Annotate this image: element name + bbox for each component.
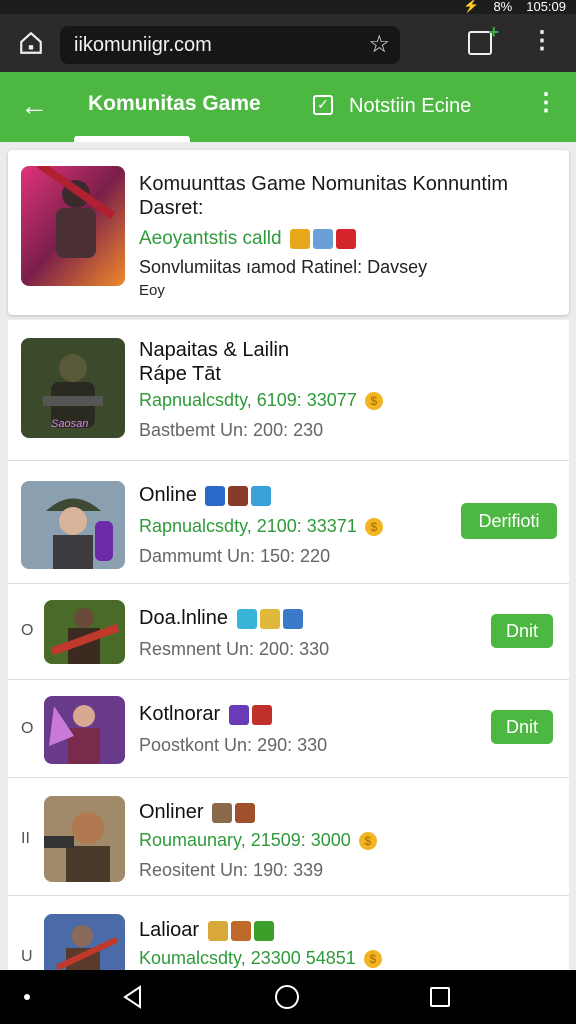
install-button[interactable]: Dnit: [491, 614, 553, 648]
back-triangle-icon[interactable]: [120, 984, 146, 1010]
game-title-text: Online: [139, 484, 197, 506]
game-subtitle: Reositent Un: 190: 339: [139, 860, 324, 880]
tag-icon: [235, 802, 256, 823]
game-stats-text: Koumalcsdty, 23300 54851: [139, 948, 356, 968]
coin-icon: $: [364, 392, 383, 411]
game-title: Doa.lnline: [139, 606, 303, 630]
tag-icon: [236, 608, 257, 629]
list-item[interactable]: II Onliner Roumaunary, 21509: 3000 $ Reos…: [8, 778, 569, 896]
signal-icon: ⚡: [463, 0, 480, 13]
tag-icon: [207, 920, 228, 941]
game-title-text: Lalioar: [139, 919, 200, 941]
tag-icon: [230, 920, 251, 941]
row-indicator: O: [21, 720, 34, 737]
featured-thumbnail: [21, 166, 125, 286]
game-thumbnail: [44, 914, 125, 970]
app-bar: ← Komunitas Game ✓ Notstiin Ecine ⋮: [0, 72, 576, 142]
game-stats-text: Roumaunary, 21509: 3000: [139, 830, 351, 850]
game-title: Kotlnorar: [139, 702, 272, 726]
thumb-label: Saosan: [51, 418, 89, 430]
battery-level: 8%: [493, 0, 513, 14]
featured-status-text: Aeoyantstis calld: [139, 228, 282, 249]
game-thumbnail: Saosan: [21, 338, 125, 438]
arrow-left-icon[interactable]: ←: [20, 90, 48, 122]
tag-icon: [259, 608, 280, 629]
coin-icon: $: [358, 832, 377, 851]
cross-badge-icon: [312, 228, 333, 249]
game-subtitle: Resmnent Un: 200: 330: [139, 639, 330, 659]
home-circle-icon[interactable]: [275, 985, 299, 1009]
game-title-text: Kotlnorar: [139, 703, 221, 725]
coin-icon: $: [364, 518, 383, 537]
browser-toolbar: iikomuniigr.com ☆ + ⋮: [0, 14, 576, 72]
game-subtitle: Poostkont Un: 290: 330: [139, 735, 328, 755]
game-title: Lalioar: [139, 918, 274, 942]
featured-status: Aeoyantstis calld: [139, 228, 356, 250]
plus-icon: +: [488, 22, 499, 42]
tag-icon: [212, 802, 233, 823]
featured-card[interactable]: Komuunttas Game Nomunitas Konnuntim Dasr…: [8, 150, 569, 315]
game-stats-text: Rapnualcsdty, 6109: 33077: [139, 390, 357, 410]
game-subtitle: Bastbemt Un: 200: 230: [139, 420, 324, 440]
tab-komunitas-game[interactable]: Komunitas Game: [88, 92, 261, 116]
clock: 105:09: [526, 0, 566, 14]
game-thumbnail: [44, 600, 125, 664]
tab-switcher-button[interactable]: +: [468, 22, 499, 55]
game-title: Online: [139, 483, 272, 507]
tag-icon: [251, 485, 272, 506]
tab-notstiin-ecine[interactable]: Notstiin Ecine: [349, 95, 471, 118]
more-vertical-icon[interactable]: ⋮: [534, 88, 558, 117]
game-thumbnail: [44, 696, 125, 764]
game-stats: Rapnualcsdty, 6109: 33077 $: [139, 390, 383, 411]
status-bar: ⚡ 8% 105:09: [0, 0, 576, 14]
tag-icon: [228, 485, 249, 506]
coin-icon: $: [363, 950, 382, 969]
emoji-badge-icon: [289, 228, 310, 249]
featured-description: Sonvlumiitas ıamod Ratinel: Davsey: [139, 257, 428, 277]
tag-icon: [251, 704, 272, 725]
tag-icon: [282, 608, 303, 629]
url-text: iikomuniigr.com: [74, 34, 212, 56]
game-stats: Koumalcsdty, 23300 54851 $: [139, 948, 382, 969]
star-icon[interactable]: ☆: [368, 26, 390, 64]
row-indicator: U: [21, 948, 33, 965]
featured-footnote: Eoy: [139, 282, 165, 299]
game-stats-text: Rapnualcsdty, 2100: 33371: [139, 516, 357, 536]
list-item[interactable]: Saosan Napaitas & Lailin Rápe Tāt Rapnua…: [8, 320, 569, 461]
x-badge-icon: [335, 228, 356, 249]
row-indicator: O: [21, 622, 34, 639]
game-title: Napaitas & Lailin Rápe Tāt: [139, 339, 290, 385]
install-button[interactable]: Dnit: [491, 710, 553, 744]
list-item[interactable]: O Kotlnorar Poostkont Un: 290: 330 Dnit: [8, 680, 569, 778]
tag-icon: [253, 920, 274, 941]
address-bar[interactable]: iikomuniigr.com ☆: [60, 26, 400, 64]
list-item[interactable]: U Lalioar Koumalcsdty, 23300 54851 $: [8, 896, 569, 970]
list-item[interactable]: Online Rapnualcsdty, 2100: 33371 $ Dammum…: [8, 461, 569, 584]
game-stats: Roumaunary, 21509: 3000 $: [139, 830, 377, 851]
list-item[interactable]: O Doa.lnline Resmnent Un: 200: 330 Dnit: [8, 584, 569, 680]
recents-square-icon[interactable]: [430, 987, 450, 1007]
featured-title: Komuunttas Game Nomunitas Konnuntim Dasr…: [139, 173, 509, 219]
game-title-text: Doa.lnline: [139, 607, 228, 629]
game-subtitle: Dammumt Un: 150: 220: [139, 546, 331, 566]
game-thumbnail: [44, 796, 125, 882]
download-button[interactable]: Derifioti: [461, 503, 557, 539]
tag-icon: [228, 704, 249, 725]
active-tab-indicator: [74, 136, 190, 142]
dot-icon: [24, 994, 30, 1000]
more-vertical-icon[interactable]: ⋮: [530, 26, 554, 55]
tag-icon: [205, 485, 226, 506]
game-title-text: Onliner: [139, 801, 204, 823]
game-stats: Rapnualcsdty, 2100: 33371 $: [139, 516, 383, 537]
game-thumbnail: [21, 481, 125, 569]
check-square-icon: ✓: [313, 95, 333, 115]
game-list: Saosan Napaitas & Lailin Rápe Tāt Rapnua…: [8, 320, 569, 970]
home-icon[interactable]: [18, 30, 44, 56]
game-title: Onliner: [139, 800, 256, 824]
row-indicator: II: [21, 830, 30, 847]
system-nav-bar: [0, 970, 576, 1024]
